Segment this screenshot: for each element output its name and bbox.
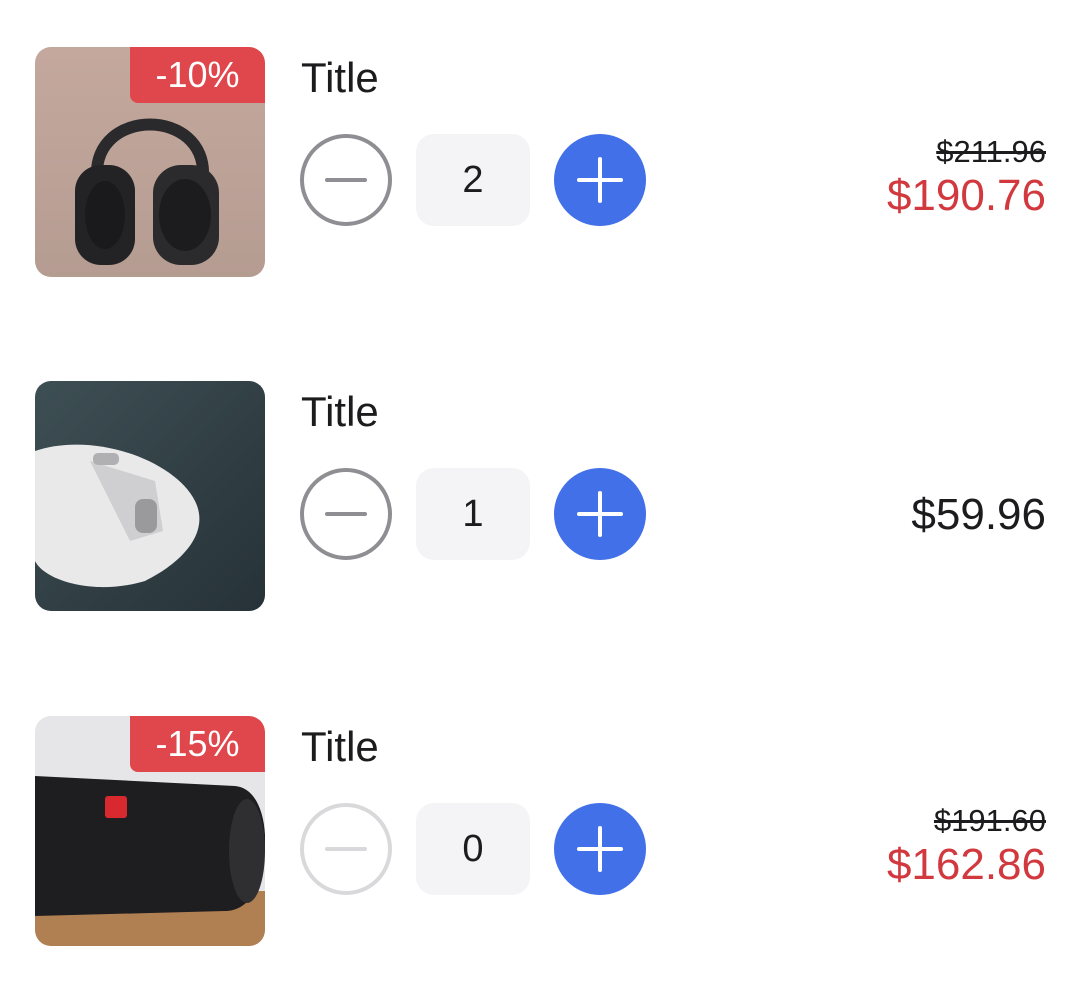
discounted-price: $190.76 (886, 171, 1046, 220)
increase-quantity-button[interactable] (554, 468, 646, 560)
increase-quantity-button[interactable] (554, 134, 646, 226)
product-title: Title (301, 54, 379, 101)
quantity-value: 2 (416, 134, 530, 226)
minus-icon (325, 178, 367, 182)
increase-quantity-button[interactable] (554, 803, 646, 895)
price-block: $211.96 $190.76 (887, 133, 1046, 221)
product-title: Title (301, 723, 379, 770)
decrease-quantity-button[interactable] (300, 134, 392, 226)
product-image-headphones: -10% (35, 47, 265, 277)
quantity-value: 1 (416, 468, 530, 560)
cart-item: Title 1 $59.96 (0, 381, 1082, 613)
quantity-value: 0 (416, 803, 530, 895)
minus-icon (325, 847, 367, 851)
cart-item: -15% Title 0 $191.60 $162.86 (0, 716, 1082, 948)
product-title: Title (301, 388, 379, 435)
original-price: $191.60 (933, 803, 1046, 838)
price-block: $191.60 $162.86 (887, 802, 1046, 890)
decrease-quantity-button[interactable] (300, 468, 392, 560)
discount-badge: -10% (130, 47, 265, 103)
original-price: $211.96 (936, 134, 1046, 169)
cart-item: -10% Title 2 $211.96 $190.76 (0, 47, 1082, 279)
decrease-quantity-button[interactable] (300, 803, 392, 895)
discounted-price: $162.86 (886, 840, 1046, 889)
cart-list: -10% Title 2 $211.96 $190.76 Title 1 $59… (0, 0, 1082, 984)
price: $59.96 (911, 490, 1046, 539)
discount-badge: -15% (130, 716, 265, 772)
product-image-mouse (35, 381, 265, 611)
minus-icon (325, 512, 367, 516)
product-image-speaker: -15% (35, 716, 265, 946)
